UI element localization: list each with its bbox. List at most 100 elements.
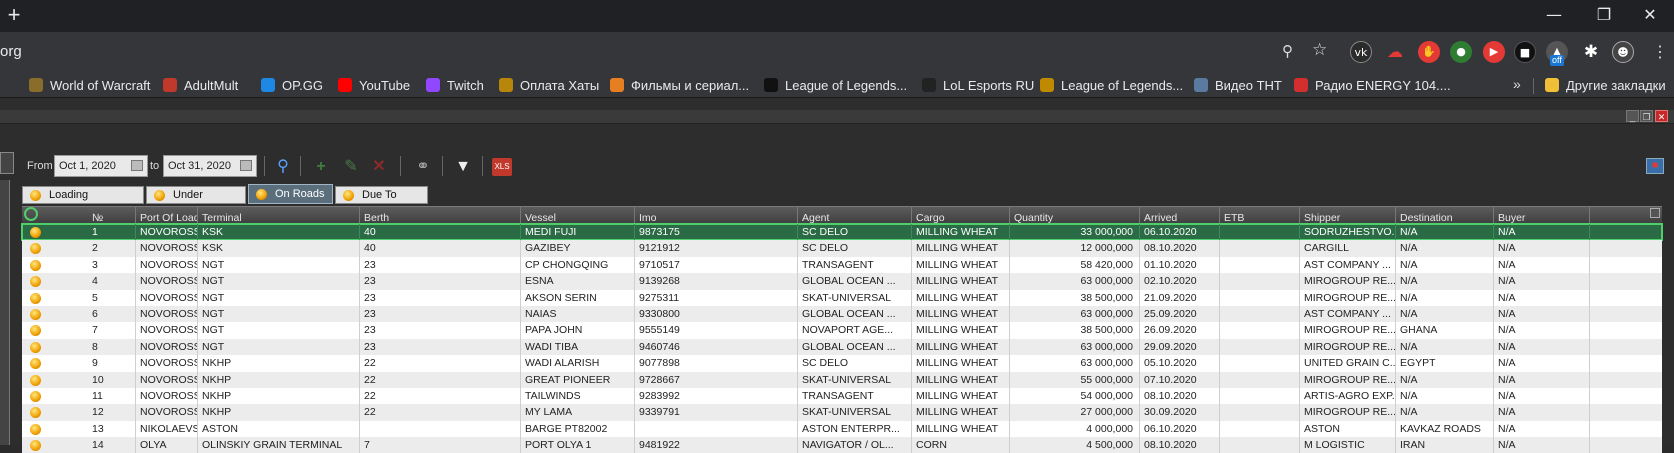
column-header[interactable]: Shipper [1300,206,1396,224]
edit-icon[interactable]: ✎ [340,156,362,178]
print-icon[interactable]: ■ [1646,158,1664,174]
table-row[interactable]: 3NOVOROSSIYSKNGT23CP CHONGQING9710517TRA… [22,256,1662,274]
bookmark-item[interactable]: Оплата Хаты [499,76,599,94]
mdi-restore-button[interactable]: ❐ [1640,110,1653,122]
bookmark-item[interactable]: Twitch [426,76,484,94]
column-header[interactable]: Berth [360,206,521,224]
table-cell: 58 420,000 [1010,256,1140,274]
table-row[interactable]: 11NOVOROSSIYSKNKHP22TAILWINDS9283992TRAN… [22,387,1662,405]
bookmark-item[interactable]: YouTube [338,76,410,94]
bookmark-item[interactable]: Видео ТНТ [1194,76,1282,94]
from-date-field[interactable]: Oct 1, 2020 [54,155,148,177]
star-icon[interactable]: ☆ [1312,40,1327,60]
table-row[interactable]: 2NOVOROSSIYSKKSK40GAZIBEY9121912SC DELOM… [22,240,1662,257]
table-row[interactable]: 12NOVOROSSIYSKNKHP22MY LAMA9339791SKAT-U… [22,404,1662,421]
bookmark-item[interactable]: OP.GG [261,76,323,94]
menu-dots-icon[interactable]: ⋮ [1652,42,1668,62]
column-header[interactable]: Destination [1396,206,1494,224]
table-cell: NGT [198,273,360,290]
toolbar-separator [482,156,483,176]
tab-loading-completed[interactable]: Loading Completed [22,186,144,217]
column-header[interactable]: № [88,206,136,224]
tab-under-loading[interactable]: Under Loading [146,186,246,217]
table-cell: NOVOROSSIYSK [136,256,198,274]
mdi-close-button[interactable]: ✕ [1655,110,1668,122]
table-cell: N/A [1396,289,1494,306]
table-row[interactable]: 5NOVOROSSIYSKNGT23AKSON SERIN9275311SKAT… [22,289,1662,306]
bookmark-item[interactable]: World of Warcraft [29,76,150,94]
table-cell: MIROGROUP RE... [1300,404,1396,421]
tab-on-roads[interactable]: On Roads [248,184,333,204]
table-cell: NOVOROSSIYSK [136,404,198,421]
search-icon[interactable]: ⚲ [272,156,294,178]
add-icon[interactable]: + [310,156,332,178]
table-row[interactable]: 1NOVOROSSIYSKKSK40MEDI FUJI9873175SC DEL… [21,222,1663,242]
column-header[interactable]: Arrived [1140,206,1220,224]
column-header[interactable]: Vessel [521,206,635,224]
table-cell: 13 [88,420,136,438]
play-extension-icon[interactable]: ▶ [1483,41,1505,63]
bookmark-item[interactable]: Радио ENERGY 104.... [1294,76,1451,94]
to-date-field[interactable]: Oct 31, 2020 [163,155,257,177]
calendar-icon[interactable] [240,160,252,171]
other-bookmarks[interactable]: Другие закладки [1545,76,1666,94]
puzzle-icon[interactable]: ✱ [1580,41,1602,63]
column-header[interactable]: Terminal [198,206,360,224]
table-row[interactable]: 8NOVOROSSIYSKNGT23WADI TIBA9460746GLOBAL… [22,338,1662,356]
bookmark-item[interactable]: League of Legends... [764,76,907,94]
table-cell: N/A [1494,273,1590,290]
link-icon[interactable]: ⚭ [412,156,434,178]
side-panel-toggle[interactable] [0,152,14,174]
status-dot-icon [30,259,41,271]
bookmark-item[interactable]: AdultMult [163,76,238,94]
cloud-extension-icon[interactable]: ☁ [1384,41,1406,63]
table-row[interactable]: 6NOVOROSSIYSKNGT23NAIAS9330800GLOBAL OCE… [22,305,1662,323]
adblock-extension-icon[interactable]: ✋ [1418,41,1440,63]
table-row[interactable]: 13NIKOLAEVSKAYAASTONBARGE PT82002ASTON E… [22,420,1662,438]
bookmark-item[interactable]: LoL Esports RU [922,76,1034,94]
url-text[interactable]: org [0,43,22,60]
cube-extension-icon[interactable]: ■ [1514,41,1536,63]
table-cell [1220,404,1300,421]
zoom-icon[interactable]: ⚲ [1282,42,1293,60]
mdi-minimize-button[interactable]: _ [1626,110,1639,122]
table-cell: N/A [1494,420,1590,438]
vk-extension-icon[interactable]: vk [1350,41,1372,63]
browser-tabstrip [0,0,1674,32]
column-header[interactable]: Imo [635,206,798,224]
export-xls-icon[interactable]: XLS [492,158,512,176]
table-cell: NGT [198,289,360,306]
table-cell: 2 [88,240,136,257]
column-header[interactable]: ETB [1220,206,1300,224]
table-row[interactable]: 4NOVOROSSIYSKNGT23ESNA9139268GLOBAL OCEA… [22,273,1662,290]
column-header[interactable]: Port Of Loading [136,206,198,224]
table-cell: NKHP [198,404,360,421]
table-cell: 33 000,000 [1010,224,1140,241]
minimize-button[interactable]: — [1530,0,1578,32]
table-row[interactable]: 9NOVOROSSIYSKNKHP22WADI ALARISH9077898SC… [22,355,1662,372]
restore-button[interactable]: ❐ [1580,0,1628,32]
evernote-extension-icon[interactable]: ● [1450,41,1472,63]
bookmark-item[interactable]: League of Legends... [1040,76,1183,94]
from-date-value: Oct 1, 2020 [59,160,116,172]
table-row[interactable]: 7NOVOROSSIYSKNGT23PAPA JOHN9555149NOVAPO… [22,322,1662,339]
calendar-icon[interactable] [131,160,143,171]
avatar[interactable]: ☻ [1612,41,1634,63]
column-header[interactable]: Buyer [1494,206,1590,224]
delete-icon[interactable]: ✕ [368,156,390,178]
table-cell: N/A [1494,289,1590,306]
column-chooser-icon[interactable] [24,207,38,221]
table-cell: N/A [1396,338,1494,356]
bookmarks-more-chevron[interactable]: » [1513,76,1521,92]
tab-due-to-arrival[interactable]: Due To Arrival [335,186,428,217]
grid-settings-icon[interactable] [1650,208,1660,218]
column-header[interactable]: Quantity [1010,206,1140,224]
table-row[interactable]: 14 OLYA OLINSKIY GRAIN TERMINAL 7 PORT OLYA … [22,437,1662,453]
close-window-button[interactable]: ✕ [1626,0,1674,32]
table-row[interactable]: 10NOVOROSSIYSKNKHP22GREAT PIONEER9728667… [22,371,1662,388]
filter-icon[interactable]: ▼ [452,156,474,178]
bookmark-item[interactable]: Фильмы и сериал... [610,76,749,94]
new-tab-button[interactable]: + [2,4,26,28]
column-header[interactable]: Agent [798,206,912,224]
column-header[interactable]: Cargo [912,206,1010,224]
